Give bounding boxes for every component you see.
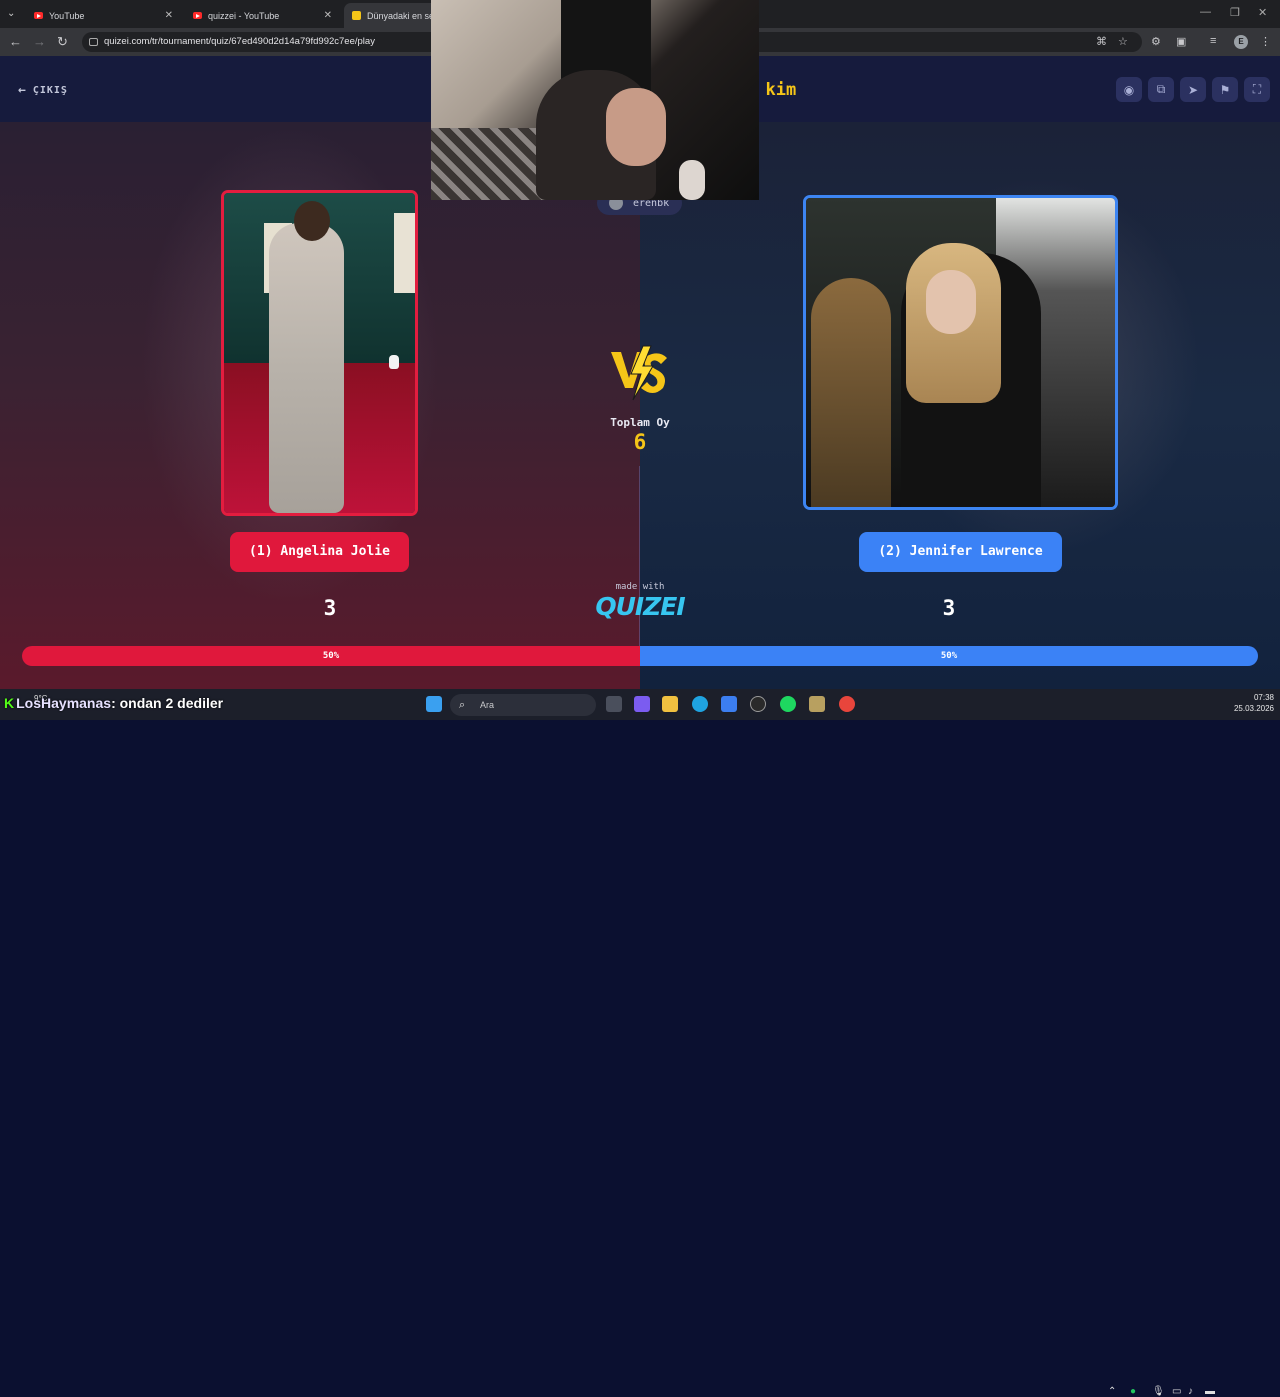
exit-label: ÇIKIŞ xyxy=(32,85,68,96)
tab-youtube[interactable]: YouTube ✕ xyxy=(26,3,181,28)
clock-time: 07:38 xyxy=(1253,693,1274,702)
option-card-left[interactable] xyxy=(221,190,418,516)
total-votes-label: Toplam Oy xyxy=(610,416,670,429)
send-button[interactable]: ➤ xyxy=(1180,77,1206,102)
mouse-cursor-icon xyxy=(389,355,399,369)
chat-username: LosHaymanas xyxy=(16,695,112,711)
flag-icon: ⚑ xyxy=(1219,82,1231,97)
close-icon[interactable]: ✕ xyxy=(324,10,332,21)
search-icon: ⌕ xyxy=(459,699,466,711)
extension-icon[interactable]: ⚙ xyxy=(1151,35,1161,48)
tray-chevron-icon[interactable]: ⌃ xyxy=(1108,1386,1116,1397)
webcam-streamer-face xyxy=(606,88,666,166)
copilot-icon[interactable] xyxy=(634,696,650,712)
close-icon[interactable]: ✕ xyxy=(165,10,173,21)
restore-icon[interactable]: ❐ xyxy=(1230,6,1240,19)
minimize-icon[interactable]: — xyxy=(1200,6,1211,18)
kick-logo-icon: K xyxy=(4,695,15,711)
share-icon: ⧉ xyxy=(1156,82,1166,96)
webcam-chair xyxy=(679,160,705,200)
share-button[interactable]: ⧉ xyxy=(1148,77,1174,102)
vote-button-right[interactable]: (2) Jennifer Lawrence xyxy=(859,532,1062,572)
tab-search-icon[interactable]: ⌄ xyxy=(7,8,15,19)
webcam-blanket xyxy=(431,128,546,200)
taskbar-clock[interactable]: 07:38 25.03.2026 xyxy=(1228,692,1274,714)
taskbar-search[interactable]: ⌕ Ara xyxy=(450,694,596,716)
arrow-left-icon: ← xyxy=(18,83,27,98)
youtube-icon xyxy=(34,12,43,19)
tab-quizzei-youtube[interactable]: quizzei - YouTube ✕ xyxy=(185,3,340,28)
site-info-icon[interactable] xyxy=(89,38,98,46)
battery-icon[interactable]: ▬ xyxy=(1205,1386,1215,1397)
youtube-icon xyxy=(193,12,202,19)
spotify-icon[interactable] xyxy=(780,696,796,712)
vote-count-left: 3 xyxy=(323,596,337,620)
vote-button-left[interactable]: (1) Angelina Jolie xyxy=(230,532,409,572)
url-text: quizei.com/tr/tournament/quiz/67ed490d2d… xyxy=(104,36,375,47)
vote-count-right: 3 xyxy=(942,596,956,620)
puzzle-icon[interactable]: ▣ xyxy=(1176,35,1186,48)
file-explorer-icon[interactable] xyxy=(662,696,678,712)
vote-progress-bar: 50% 50% xyxy=(22,646,1258,666)
task-view-icon[interactable] xyxy=(606,696,622,712)
clock-date: 25.03.2026 xyxy=(1233,704,1274,713)
webcam-overlay xyxy=(431,0,759,200)
eye-button[interactable]: ◉ xyxy=(1116,77,1142,102)
tab-title: quizzei - YouTube xyxy=(208,10,280,21)
back-icon[interactable]: ← xyxy=(9,34,22,49)
total-votes-value: 6 xyxy=(633,430,647,454)
profile-avatar[interactable]: E xyxy=(1234,35,1248,49)
reading-list-icon[interactable]: ≡ xyxy=(1210,35,1216,47)
translate-icon[interactable]: ⌘ xyxy=(1096,35,1107,48)
photo-figure-head xyxy=(294,201,330,241)
send-icon: ➤ xyxy=(1187,82,1199,97)
eye-icon: ◉ xyxy=(1123,82,1135,97)
tab-title: YouTube xyxy=(49,10,85,21)
progress-left-segment: 50% xyxy=(22,646,640,666)
chat-message-text: : ondan 2 dediler xyxy=(111,695,224,711)
stream-chat-message: K LosHaymanas: ondan 2 dediler xyxy=(4,695,223,711)
fullscreen-button[interactable]: ⛶ xyxy=(1244,77,1270,102)
network-icon[interactable]: ▭ xyxy=(1172,1386,1181,1397)
option-card-right[interactable] xyxy=(803,195,1118,510)
photo-side-figure xyxy=(811,278,891,507)
menu-icon[interactable]: ⋮ xyxy=(1260,35,1271,48)
microphone-icon[interactable]: 🎙 xyxy=(1152,1386,1165,1397)
window-close-icon[interactable]: ✕ xyxy=(1258,6,1267,19)
game-icon[interactable] xyxy=(809,696,825,712)
vs-lightning-icon xyxy=(611,345,667,401)
exit-button[interactable]: ← ÇIKIŞ xyxy=(18,83,68,98)
edge-icon[interactable] xyxy=(692,696,708,712)
flag-button[interactable]: ⚑ xyxy=(1212,77,1238,102)
quizei-favicon-icon xyxy=(352,11,361,20)
fullscreen-icon: ⛶ xyxy=(1252,82,1262,96)
windows-start-icon[interactable] xyxy=(426,696,442,712)
made-with-label: made with xyxy=(615,582,665,592)
chrome-icon[interactable] xyxy=(839,696,855,712)
photo-figure-face xyxy=(926,270,976,334)
store-icon[interactable] xyxy=(721,696,737,712)
progress-right-segment: 50% xyxy=(640,646,1258,666)
photo-figure xyxy=(269,223,344,513)
search-placeholder: Ara xyxy=(480,700,495,710)
reload-icon[interactable]: ↻ xyxy=(57,34,68,50)
status-dot-icon[interactable]: ● xyxy=(1130,1386,1136,1397)
volume-icon[interactable]: ♪ xyxy=(1188,1386,1193,1397)
app-icon[interactable] xyxy=(750,696,766,712)
forward-icon[interactable]: → xyxy=(33,34,46,49)
bookmark-star-icon[interactable]: ☆ xyxy=(1118,35,1128,48)
photo-sign-right xyxy=(394,213,415,293)
quizei-logo[interactable]: QUIZEI xyxy=(590,592,690,621)
